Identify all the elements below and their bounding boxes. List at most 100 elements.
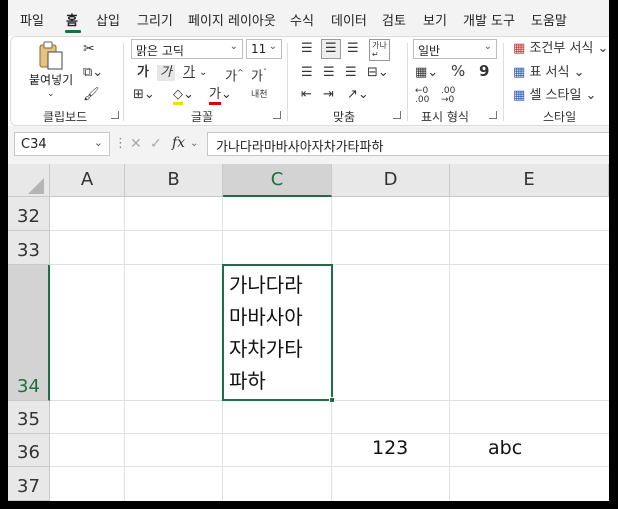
orientation-icon[interactable]: ↗⌄: [347, 87, 369, 103]
alignment-launcher-icon[interactable]: [393, 111, 401, 119]
group-separator: [287, 43, 288, 121]
alignment-group-label: 맞춤: [333, 110, 356, 124]
active-cell-c34[interactable]: 가나다라 마바사아 자차가타 파하: [222, 264, 335, 403]
font-color-glyph: 가: [209, 87, 221, 105]
font-size-dropdown[interactable]: 11 ⌄: [246, 39, 282, 59]
tab-home[interactable]: 홈: [66, 10, 78, 29]
tab-file[interactable]: 파일: [20, 10, 44, 29]
paste-dropdown-icon[interactable]: ⌄: [47, 86, 55, 102]
accounting-format-icon[interactable]: ▦⌄: [415, 65, 438, 81]
italic-button[interactable]: 가: [157, 65, 175, 81]
font-group-label: 글꼴: [191, 110, 214, 124]
align-right-icon[interactable]: ☰: [345, 65, 357, 81]
increase-decimal-icon[interactable]: ←0.00: [415, 87, 429, 105]
row-number: 33: [17, 240, 40, 261]
column-header-b[interactable]: B: [125, 164, 223, 197]
font-name-value: 맑은 고딕: [136, 44, 184, 58]
clipboard-launcher-icon[interactable]: [111, 111, 119, 119]
font-launcher-icon[interactable]: [273, 111, 281, 119]
merge-center-icon[interactable]: ⊟⌄: [367, 65, 389, 81]
paste-icon[interactable]: [37, 41, 65, 71]
row-number: 35: [17, 409, 40, 430]
decrease-indent-icon[interactable]: ⇤: [301, 87, 312, 103]
column-header-c[interactable]: C: [223, 164, 332, 197]
tab-insert[interactable]: 삽입: [96, 10, 120, 29]
gridline: [50, 466, 609, 467]
column-header-d[interactable]: D: [332, 164, 450, 197]
tab-data[interactable]: 데이터: [331, 10, 367, 29]
row-number: 36: [17, 442, 40, 463]
align-bottom-icon[interactable]: ☰: [347, 41, 359, 57]
active-tab-indicator: [65, 30, 81, 33]
wrap-text-button[interactable]: 가나 ↵: [369, 39, 390, 61]
row-header-32[interactable]: 32: [8, 197, 50, 231]
formula-bar: C34 ⌄ ⋮ ✕ ✓ fx ⌄ 가나다라마바사아자차가타파하: [8, 126, 609, 164]
grow-font-button[interactable]: 가^: [225, 65, 244, 85]
row-header-37[interactable]: 37: [8, 467, 50, 501]
copy-icon[interactable]: ⧉⌄: [83, 65, 103, 81]
chevron-down-icon[interactable]: ⌄: [190, 136, 198, 152]
align-center-icon[interactable]: ☰: [323, 65, 335, 81]
underline-dropdown-icon[interactable]: ⌄: [199, 65, 207, 81]
name-box[interactable]: C34 ⌄: [14, 132, 110, 156]
enter-icon[interactable]: ✓: [150, 136, 162, 152]
conditional-formatting-button[interactable]: ▦ 조건부 서식 ⌄: [513, 41, 608, 57]
column-header-a[interactable]: A: [50, 164, 125, 197]
select-all-button[interactable]: [8, 164, 50, 197]
comma-style-button[interactable]: 9: [479, 63, 489, 79]
cell-c34-line: 자차가타: [229, 337, 303, 361]
row-header-35[interactable]: 35: [8, 401, 50, 434]
cell-c34-line: 마바사아: [229, 305, 303, 329]
tab-help[interactable]: 도움말: [531, 10, 567, 29]
increase-indent-icon[interactable]: ⇥: [323, 87, 334, 103]
cell-e36[interactable]: abc: [488, 437, 522, 459]
chevron-down-icon: ⌄: [483, 41, 492, 52]
tab-view[interactable]: 보기: [423, 10, 447, 29]
decrease-decimal-icon[interactable]: .00 →0: [441, 87, 455, 105]
worksheet-grid[interactable]: A B C D E 32 33 34 35 36 37 가나다라 마바사아 자차…: [8, 164, 609, 501]
underline-button[interactable]: 가: [183, 65, 195, 81]
wrap-text-glyph: 가나: [372, 41, 387, 50]
format-painter-icon[interactable]: 🖌: [83, 87, 100, 103]
more-icon[interactable]: ⋮: [114, 136, 127, 152]
insert-function-button[interactable]: fx: [172, 135, 185, 151]
gridline: [124, 197, 125, 501]
formula-input[interactable]: 가나다라마바사아자차가타파하: [207, 132, 609, 156]
align-top-icon[interactable]: ☰: [301, 41, 313, 57]
number-group-label: 표시 형식: [421, 110, 469, 124]
cell-d36[interactable]: 123: [372, 437, 408, 459]
number-format-dropdown[interactable]: 일반 ⌄: [413, 39, 497, 59]
fill-color-icon[interactable]: ◇⌄: [173, 87, 194, 105]
row-header-36[interactable]: 36: [8, 434, 50, 467]
row-header-33[interactable]: 33: [8, 231, 50, 265]
group-separator: [503, 43, 504, 121]
cancel-icon[interactable]: ✕: [130, 136, 142, 152]
tab-developer[interactable]: 개발 도구: [463, 10, 515, 29]
cell-styles-icon: ▦: [513, 88, 526, 103]
align-middle-icon[interactable]: ☰: [321, 39, 341, 59]
name-box-value: C34: [21, 137, 47, 152]
cut-icon[interactable]: ✂: [83, 41, 95, 57]
shrink-font-button[interactable]: 가ˇ: [251, 65, 267, 85]
cell-styles-button[interactable]: ▦ 셀 스타일 ⌄: [513, 88, 596, 104]
tab-page-layout[interactable]: 페이지 레이아웃: [188, 10, 276, 29]
gridline: [449, 197, 450, 501]
font-name-dropdown[interactable]: 맑은 고딕 ⌄: [131, 39, 243, 59]
column-header-e[interactable]: E: [450, 164, 609, 197]
number-launcher-icon[interactable]: [489, 111, 497, 119]
phonetic-button[interactable]: 내천: [251, 87, 268, 103]
percent-style-button[interactable]: %: [451, 63, 465, 79]
row-number: 34: [17, 376, 40, 397]
tab-formulas[interactable]: 수식: [290, 10, 314, 29]
bold-button[interactable]: 가: [137, 65, 149, 81]
font-color-button[interactable]: 가⌄: [209, 87, 232, 105]
align-left-icon[interactable]: ☰: [301, 65, 313, 81]
tab-draw[interactable]: 그리기: [137, 10, 173, 29]
borders-icon[interactable]: ⊞⌄: [133, 87, 155, 103]
fill-handle[interactable]: [329, 397, 335, 403]
tab-review[interactable]: 검토: [382, 10, 406, 29]
format-as-table-button[interactable]: ▦ 표 서식 ⌄: [513, 65, 584, 81]
excel-window: 파일 홈 삽입 그리기 페이지 레이아웃 수식 데이터 검토 보기 개발 도구 …: [8, 0, 609, 501]
cell-c34-line: 파하: [229, 369, 266, 393]
row-header-34[interactable]: 34: [8, 265, 50, 401]
